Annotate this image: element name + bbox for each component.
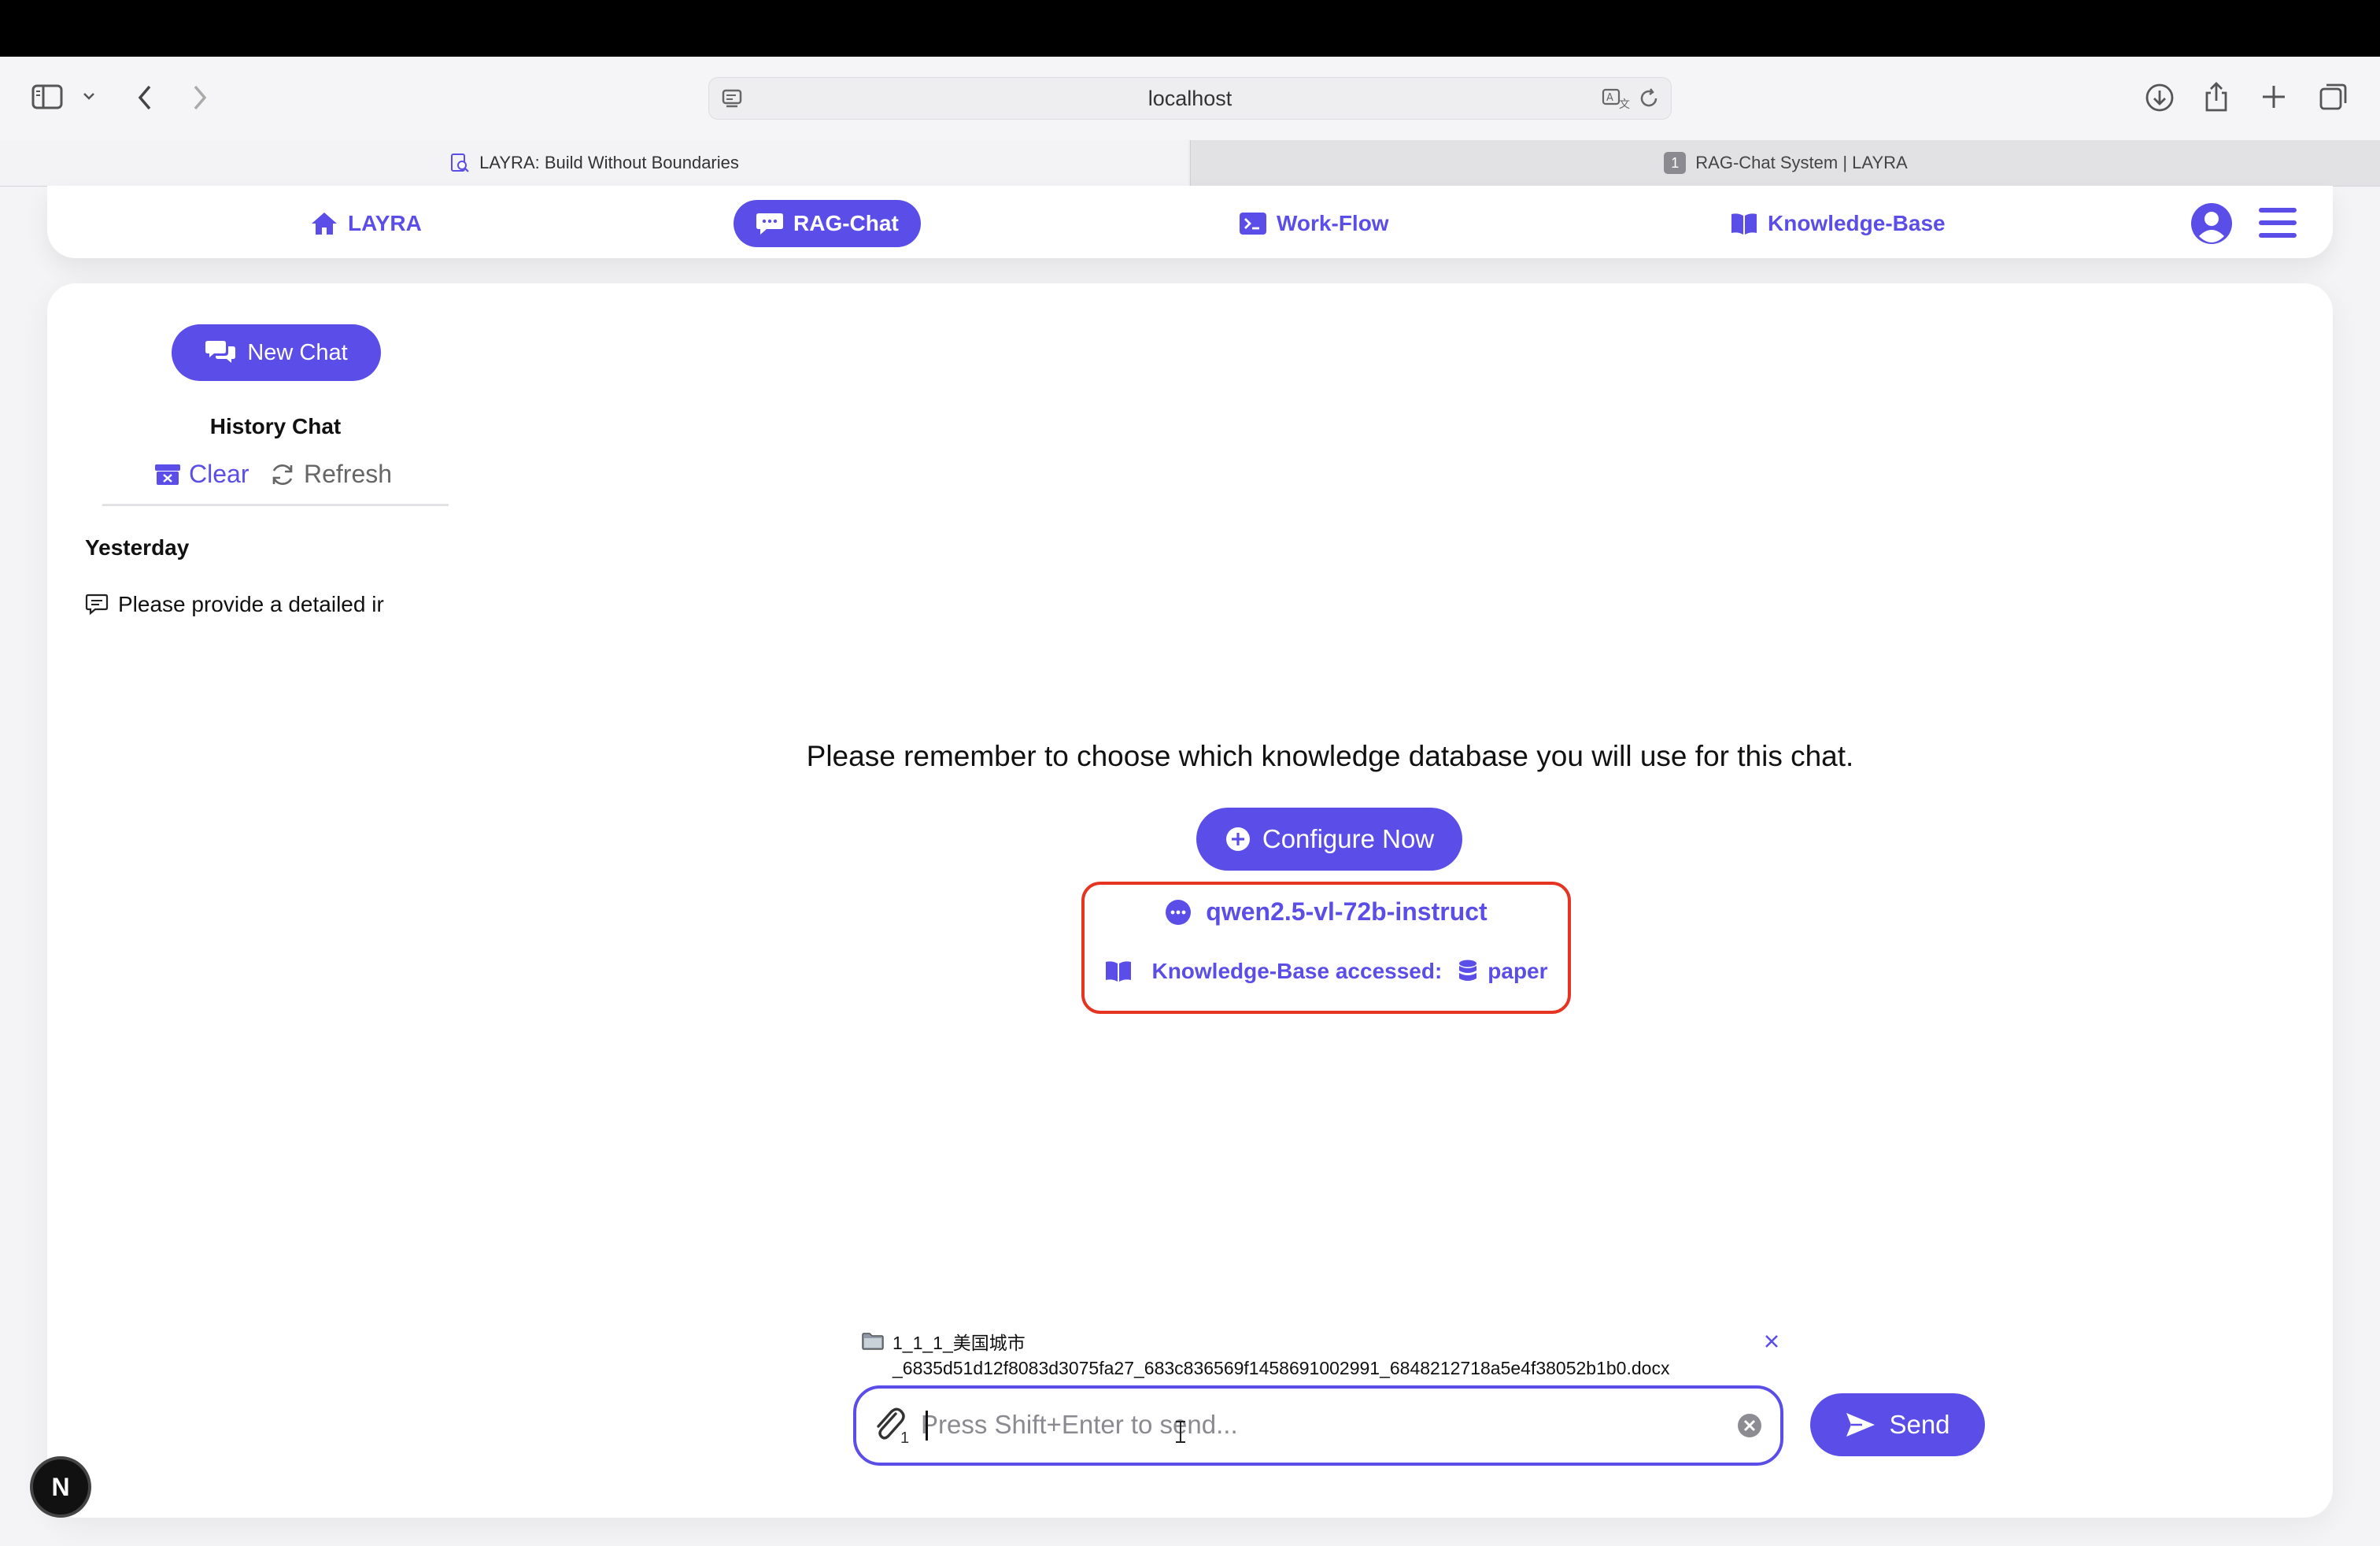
chevron-down-icon[interactable]	[82, 90, 96, 102]
text-cursor-icon	[1173, 1420, 1188, 1448]
remove-file-icon[interactable]	[1763, 1330, 1780, 1356]
chat-message-input[interactable]	[921, 1403, 1708, 1447]
chat-icon	[756, 211, 784, 236]
new-chat-button[interactable]: New Chat	[172, 324, 381, 381]
nav-layra[interactable]: LAYRA	[310, 203, 422, 244]
tab-badge: 1	[1664, 152, 1687, 174]
book-icon	[1104, 960, 1133, 983]
hamburger-menu-icon[interactable]	[2257, 205, 2298, 245]
attached-file-name: 1_1_1_美国城市 _6835d51d12f8083d3075fa27_683…	[893, 1330, 1669, 1381]
nav-label: Work-Flow	[1277, 211, 1389, 235]
clear-label: Clear	[189, 460, 249, 488]
nav-label: LAYRA	[348, 211, 422, 235]
download-icon[interactable]	[2144, 82, 2175, 113]
svg-text:文: 文	[1619, 98, 1630, 111]
home-icon	[310, 210, 338, 237]
svg-text:A: A	[1606, 92, 1613, 104]
model-name: qwen2.5-vl-72b-instruct	[1206, 897, 1488, 926]
forward-icon[interactable]	[189, 83, 211, 112]
document-search-icon	[449, 153, 470, 173]
tab-label: RAG-Chat System | LAYRA	[1695, 153, 1908, 172]
nav-rag-chat[interactable]: RAG-Chat	[734, 200, 921, 247]
nav-work-flow[interactable]: Work-Flow	[1239, 203, 1389, 244]
folder-icon	[861, 1332, 885, 1356]
new-tab-icon[interactable]	[2260, 83, 2287, 110]
archive-clear-icon	[154, 463, 181, 486]
refresh-history-button[interactable]: Refresh	[269, 460, 392, 489]
database-icon	[1458, 959, 1478, 984]
reload-icon[interactable]	[1638, 87, 1661, 115]
send-label: Send	[1889, 1410, 1950, 1439]
share-icon[interactable]	[2202, 80, 2230, 113]
user-avatar-icon[interactable]	[2190, 202, 2234, 250]
history-group-label: Yesterday	[85, 535, 190, 560]
send-button[interactable]: Send	[1810, 1393, 1985, 1456]
selected-model: qwen2.5-vl-72b-instruct	[1081, 897, 1571, 926]
tab-layra-home[interactable]: LAYRA: Build Without Boundaries	[0, 140, 1188, 186]
system-menu-bar	[0, 0, 2380, 57]
nav-label: Knowledge-Base	[1768, 211, 1946, 235]
chat-bubbles-icon	[205, 339, 236, 366]
new-chat-label: New Chat	[247, 339, 348, 365]
knowledge-base-accessed: Knowledge-Base accessed: paper	[1081, 959, 1571, 984]
kb-name: paper	[1488, 959, 1548, 983]
history-chat-item[interactable]: Please provide a detailed ir	[85, 592, 400, 617]
comment-icon	[85, 594, 109, 616]
translate-icon[interactable]: A文	[1602, 87, 1633, 115]
next-dev-badge[interactable]: N	[30, 1456, 91, 1518]
refresh-label: Refresh	[304, 460, 393, 488]
clear-input-icon[interactable]	[1736, 1412, 1763, 1443]
configure-label: Configure Now	[1262, 824, 1435, 853]
history-chat-title: History Chat	[209, 414, 342, 438]
sidebar-toggle-icon[interactable]	[31, 83, 63, 110]
tab-rag-chat[interactable]: 1 RAG-Chat System | LAYRA	[1190, 140, 2380, 186]
file-name-line: _6835d51d12f8083d3075fa27_683c836569f145…	[893, 1358, 1670, 1378]
history-item-label: Please provide a detailed ir	[118, 592, 384, 616]
knowledge-prompt-text: Please remember to choose which knowledg…	[806, 740, 1854, 772]
more-dots-icon	[1165, 899, 1192, 926]
kb-label: Knowledge-Base accessed:	[1151, 959, 1443, 983]
configure-now-button[interactable]: Configure Now	[1196, 808, 1462, 871]
plus-circle-icon	[1225, 826, 1251, 853]
back-icon[interactable]	[134, 83, 156, 112]
refresh-icon	[269, 461, 296, 488]
tab-overview-icon[interactable]	[2319, 82, 2349, 112]
url-text: localhost	[1148, 86, 1232, 110]
file-name-line: 1_1_1_美国城市	[893, 1333, 1026, 1353]
tab-label: LAYRA: Build Without Boundaries	[479, 153, 739, 172]
nav-knowledge-base[interactable]: Knowledge-Base	[1730, 203, 1946, 244]
terminal-icon	[1239, 211, 1267, 236]
address-bar[interactable]: localhost A文	[708, 77, 1672, 120]
attachment-count: 1	[900, 1429, 910, 1447]
clear-history-button[interactable]: Clear	[154, 460, 249, 489]
paper-plane-icon	[1845, 1411, 1876, 1439]
text-caret	[926, 1411, 928, 1441]
nav-label: RAG-Chat	[793, 211, 899, 235]
book-icon	[1730, 211, 1758, 236]
sidebar-divider	[102, 504, 449, 506]
